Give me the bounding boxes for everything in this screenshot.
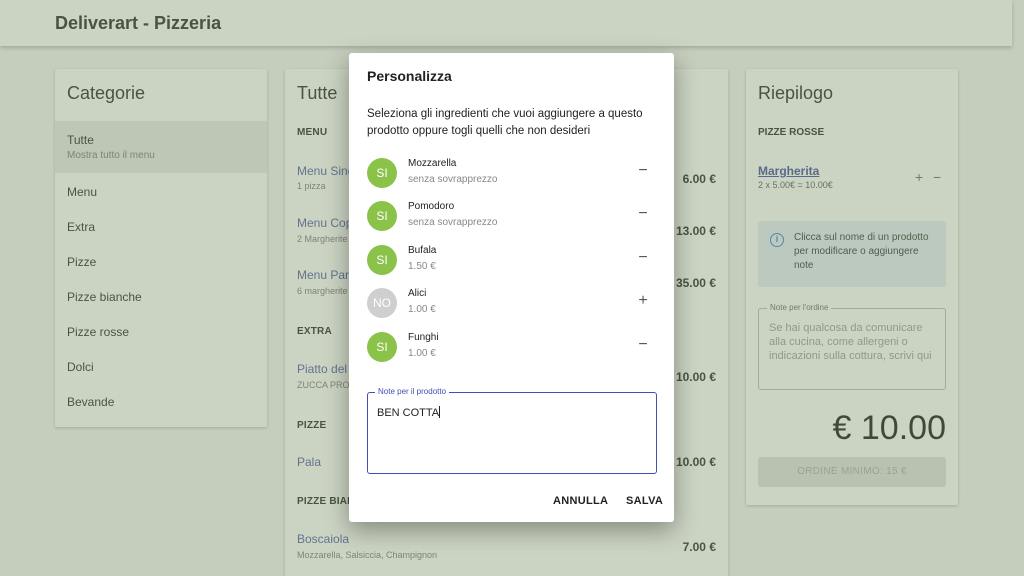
save-button[interactable]: SALVA — [626, 495, 663, 507]
ingredient-badge: SI — [367, 332, 397, 362]
ingredient-price: 1.50 € — [408, 261, 436, 272]
ingredient-name: Bufala — [408, 245, 437, 256]
ingredient-name: Pomodoro — [408, 201, 455, 212]
customize-dialog: Personalizza Seleziona gli ingredienti c… — [349, 53, 674, 522]
remove-ingredient-button[interactable]: − — [635, 162, 651, 180]
ingredient-badge: SI — [367, 158, 397, 188]
ingredient-row: SI Funghi 1.00 € − — [367, 329, 659, 369]
ingredient-row: SI Mozzarella senza sovrapprezzo − — [367, 155, 659, 195]
cancel-button[interactable]: ANNULLA — [553, 495, 608, 507]
ingredient-name: Funghi — [408, 332, 439, 343]
product-notes-text: BEN COTTA — [377, 407, 440, 419]
ingredient-row: NO Alici 1.00 € + — [367, 285, 659, 325]
ingredient-price: 1.00 € — [408, 304, 436, 315]
ingredient-name: Mozzarella — [408, 158, 457, 169]
remove-ingredient-button[interactable]: − — [635, 336, 651, 354]
ingredient-badge: SI — [367, 245, 397, 275]
product-notes-label: Note per il prodotto — [375, 387, 450, 396]
ingredient-badge: NO — [367, 288, 397, 318]
ingredient-price: 1.00 € — [408, 348, 436, 359]
text-caret — [439, 406, 441, 418]
add-ingredient-button[interactable]: + — [635, 292, 651, 310]
ingredient-price: senza sovrapprezzo — [408, 174, 498, 185]
ingredient-row: SI Pomodoro senza sovrapprezzo − — [367, 198, 659, 238]
ingredient-name: Alici — [408, 288, 427, 299]
ingredient-row: SI Bufala 1.50 € − — [367, 242, 659, 282]
ingredient-badge: SI — [367, 201, 397, 231]
ingredient-price: senza sovrapprezzo — [408, 217, 498, 228]
dialog-description: Seleziona gli ingredienti che vuoi aggiu… — [367, 108, 643, 137]
remove-ingredient-button[interactable]: − — [635, 249, 651, 267]
product-notes-field[interactable]: Note per il prodotto BEN COTTA — [367, 387, 657, 474]
remove-ingredient-button[interactable]: − — [635, 205, 651, 223]
dialog-title: Personalizza — [367, 68, 452, 84]
product-notes-value: BEN COTTA — [377, 406, 441, 419]
